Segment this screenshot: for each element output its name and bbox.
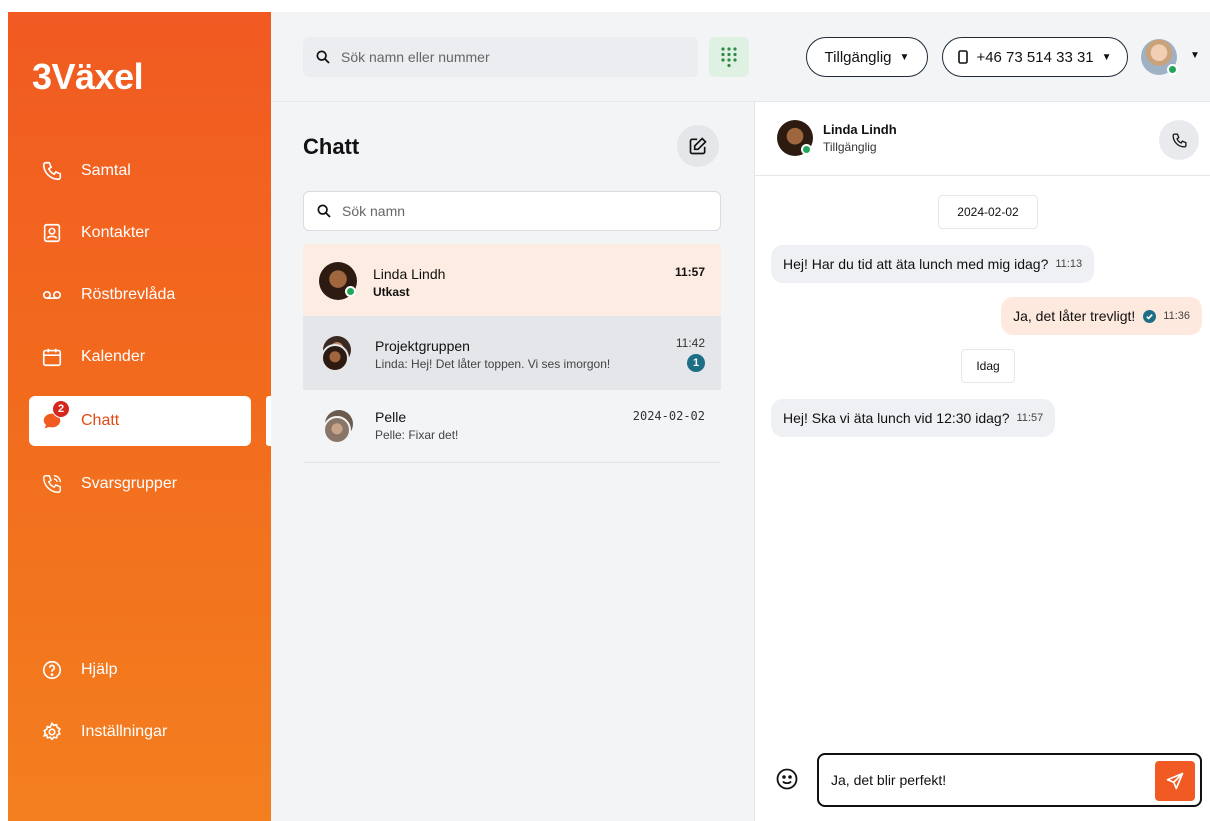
nav-item-kontakter[interactable]: Kontakter [29, 208, 251, 258]
nav-label: Chatt [81, 412, 120, 429]
message-text: Hej! Ska vi äta lunch vid 12:30 idag? [783, 410, 1010, 426]
conversation-name: Linda Lindh [373, 266, 446, 282]
nav-label: Samtal [81, 162, 131, 179]
online-indicator [345, 286, 356, 297]
conversation-name: Pelle [375, 409, 407, 425]
message-text: Hej! Har du tid att äta lunch med mig id… [783, 256, 1049, 272]
search-icon [317, 204, 331, 218]
sidebar: 3Växel Samtal Kontakter Röstbrevlåda Kal… [8, 12, 271, 821]
group-avatar [323, 416, 351, 444]
group-avatar [321, 344, 349, 372]
user-online-indicator [1167, 64, 1178, 75]
message-time: 11:36 [1163, 310, 1190, 322]
dialpad-button[interactable] [709, 37, 749, 77]
help-icon [42, 660, 62, 680]
app-window: 3Växel Samtal Kontakter Röstbrevlåda Kal… [8, 12, 1210, 821]
read-check-icon [1143, 309, 1157, 323]
conversation-preview: Utkast [373, 285, 410, 299]
contact-card-icon [43, 223, 61, 243]
conversation-name: Projektgruppen [375, 338, 470, 354]
message-composer[interactable] [817, 753, 1202, 807]
emoji-button[interactable] [775, 767, 799, 796]
search-icon [316, 50, 330, 64]
nav-label: Hjälp [81, 661, 118, 678]
calendar-icon [42, 348, 62, 367]
conversation-time: 11:42 [675, 336, 705, 350]
chat-search-input[interactable] [342, 203, 642, 219]
compose-icon [689, 137, 707, 155]
message-incoming: Hej! Ska vi äta lunch vid 12:30 idag? 11… [771, 399, 1056, 437]
message-time: 11:13 [1055, 258, 1083, 270]
conversation-preview: Linda: Hej! Det låter toppen. Vi ses imo… [375, 357, 611, 371]
caret-down-icon[interactable]: ▼ [1190, 50, 1200, 61]
contact-status: Tillgänglig [823, 140, 877, 154]
caret-down-icon: ▼ [899, 51, 910, 63]
smiley-icon [776, 768, 798, 790]
online-indicator [801, 144, 812, 155]
send-button[interactable] [1155, 761, 1195, 801]
conversation-panel: Linda Lindh Tillgänglig 2024-02-02 Hej! … [754, 102, 1210, 821]
nav-item-kalender[interactable]: Kalender [29, 332, 251, 382]
availability-dropdown[interactable]: Tillgänglig ▼ [806, 37, 928, 77]
conversation-preview: Pelle: Fixar det! [375, 428, 459, 442]
message-outgoing: Ja, det låter trevligt! 11:36 [1001, 297, 1202, 335]
message-input[interactable] [831, 772, 1151, 788]
nav-label: Inställningar [81, 723, 168, 740]
voicemail-icon [42, 290, 62, 300]
chat-list-panel: Chatt Linda Lindh Utkast 11:57 Projektgr… [271, 102, 754, 821]
page-title: Chatt [303, 134, 360, 159]
chat-unread-badge: 2 [52, 400, 70, 418]
chat-search[interactable] [303, 191, 721, 231]
conversation-time: 11:57 [674, 265, 705, 279]
phone-icon [1171, 132, 1187, 148]
availability-label: Tillgänglig [824, 48, 892, 66]
nav-label: Röstbrevlåda [81, 286, 176, 303]
phone-number-dropdown[interactable]: +46 73 514 33 31 ▼ [942, 37, 1128, 77]
mobile-phone-icon [958, 50, 969, 64]
unread-count-badge: 1 [687, 354, 705, 372]
conversation-item-pelle[interactable]: Pelle Pelle: Fixar det! 2024-02-02 [303, 390, 721, 463]
conversation-item-linda[interactable]: Linda Lindh Utkast 11:57 [303, 244, 721, 316]
message-text: Ja, det låter trevligt! [1013, 308, 1136, 324]
phone-number-label: +46 73 514 33 31 [976, 48, 1094, 66]
contact-name: Linda Lindh [823, 122, 897, 137]
nav-item-rostbrevlada[interactable]: Röstbrevlåda [29, 270, 251, 320]
send-icon [1166, 772, 1184, 790]
nav-item-chatt[interactable]: 2 Chatt [29, 396, 251, 446]
conversation-item-projektgruppen[interactable]: Projektgruppen Linda: Hej! Det låter top… [303, 316, 721, 390]
dialpad-icon [721, 47, 737, 68]
new-chat-button[interactable] [677, 125, 719, 167]
message-incoming: Hej! Har du tid att äta lunch med mig id… [771, 245, 1095, 283]
nav-item-svarsgrupper[interactable]: Svarsgrupper [29, 459, 251, 509]
group-phone-icon [43, 475, 61, 493]
topbar: Tillgänglig ▼ +46 73 514 33 31 ▼ ▼ [271, 12, 1210, 102]
message-time: 11:57 [1016, 412, 1044, 424]
nav-label: Svarsgrupper [81, 475, 178, 492]
call-contact-button[interactable] [1159, 120, 1199, 160]
nav-label: Kalender [81, 348, 146, 365]
nav-item-hjalp[interactable]: Hjälp [29, 645, 251, 695]
gear-icon [42, 721, 61, 741]
date-separator: 2024-02-02 [938, 195, 1038, 229]
global-search[interactable] [303, 37, 698, 77]
conversation-time: 2024-02-02 [632, 409, 705, 423]
global-search-input[interactable] [341, 49, 641, 65]
nav-label: Kontakter [81, 224, 150, 241]
app-logo: 3Växel [32, 56, 144, 97]
nav-item-samtal[interactable]: Samtal [29, 146, 251, 196]
date-separator: Idag [961, 349, 1015, 383]
conversation-header: Linda Lindh Tillgänglig [755, 102, 1210, 176]
phone-icon [42, 161, 62, 181]
nav-item-installningar[interactable]: Inställningar [29, 707, 251, 757]
caret-down-icon: ▼ [1101, 51, 1112, 63]
